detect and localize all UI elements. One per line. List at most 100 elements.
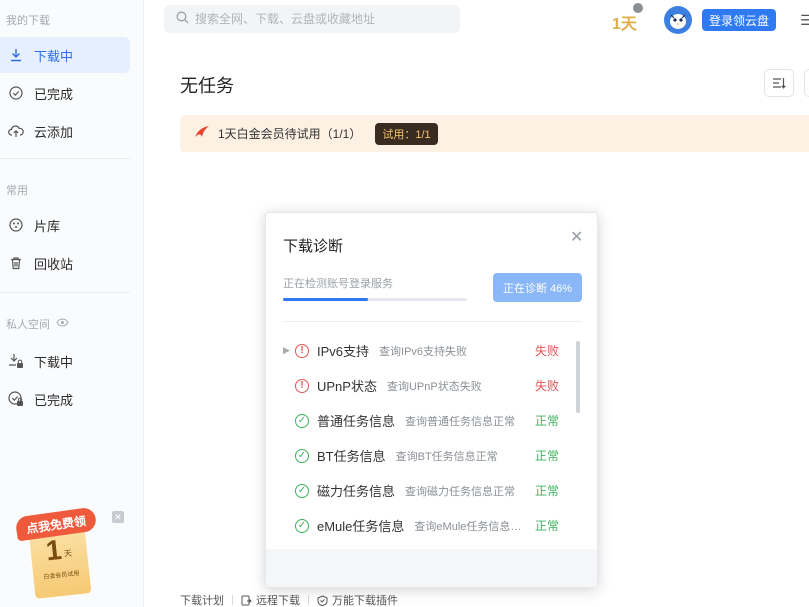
promo-unit: 天: [63, 548, 73, 559]
search-input[interactable]: [195, 12, 445, 26]
diagnosis-item-desc: 查询普通任务信息正常: [405, 415, 516, 428]
diagnosis-status-text: 正在检测账号登录服务: [283, 278, 393, 290]
section-label-my-downloads: 我的下载: [6, 15, 50, 27]
warning-circle-icon: !: [295, 378, 309, 393]
sidebar-item-film-library[interactable]: 片库: [0, 207, 130, 243]
trial-text: 1天白金会员待试用（1/1）: [218, 127, 362, 141]
trial-pill-button[interactable]: 试用：1/1: [375, 122, 438, 145]
remote-download-label: 远程下载: [256, 595, 300, 607]
sidebar-divider: [0, 158, 130, 159]
search-bar[interactable]: [164, 5, 460, 33]
sort-list-icon: [773, 78, 786, 89]
sidebar-item-downloading[interactable]: 下载中: [0, 37, 130, 73]
remote-download-icon: [241, 595, 252, 605]
sidebar-item-label: 云添加: [34, 124, 74, 140]
search-icon: [176, 11, 189, 27]
diagnosis-item-desc: 查询IPv6支持失败: [379, 345, 468, 358]
sidebar-item-label: 回收站: [34, 256, 74, 272]
section-label-private: 私人空间: [6, 316, 69, 332]
download-plugin-link[interactable]: 万能下载插件: [317, 592, 398, 607]
sidebar-item-label: 已完成: [34, 392, 74, 408]
expand-arrow-icon[interactable]: ▶: [283, 345, 295, 356]
diagnosis-item-state: 正常: [535, 414, 560, 428]
warning-circle-icon: !: [295, 343, 309, 358]
sidebar-item-label: 片库: [34, 218, 61, 234]
footer-separator: [308, 595, 309, 605]
close-icon[interactable]: ✕: [570, 227, 583, 247]
view-toggle-button[interactable]: [804, 69, 809, 97]
diagnosis-item-name: BT任务信息: [317, 449, 386, 464]
sidebar-item-label: 已完成: [34, 86, 74, 102]
diagnosis-item-desc: 查询BT任务信息正常: [395, 450, 498, 463]
vip-trial-promo[interactable]: 点我免费领 1 天 白金会员试用: [14, 506, 98, 600]
locked-download-icon: [8, 353, 24, 369]
check-circle-icon: ✓: [295, 448, 309, 463]
download-plugin-label: 万能下载插件: [332, 595, 398, 607]
diagnosis-item-desc: 查询UPnP状态失败: [386, 380, 482, 393]
footer-links: 下载计划 远程下载 万能下载插件: [180, 592, 398, 607]
check-circle-icon: ✓: [295, 483, 309, 498]
bird-avatar-icon: [670, 14, 686, 29]
sidebar: 我的下载 下载中 已完成 云添加 常用 片库 回收站 私人空间 下载中 已完成 …: [0, 0, 144, 607]
diagnosis-item-name: 磁力任务信息: [317, 484, 396, 499]
diagnosis-row: ✓ 磁力任务信息 查询磁力任务信息正常 正常: [283, 473, 573, 508]
locked-check-icon: [8, 391, 24, 407]
check-circle-icon: ✓: [295, 518, 309, 533]
diagnosis-row: ✓ BT任务信息 查询BT任务信息正常 正常: [283, 438, 573, 473]
sidebar-item-private-downloading[interactable]: 下载中: [0, 343, 130, 379]
download-plan-link[interactable]: 下载计划: [180, 592, 224, 607]
diagnosing-button[interactable]: 正在诊断 46%: [493, 273, 582, 302]
diagnosis-item-name: 普通任务信息: [317, 414, 396, 429]
sidebar-item-label: 下载中: [34, 48, 74, 64]
thunder-bird-icon: [194, 125, 210, 142]
vip-notification-dot: [633, 3, 643, 13]
diagnosis-item-name: IPv6支持: [317, 344, 370, 359]
dialog-title: 下载诊断: [283, 238, 344, 255]
menu-icon[interactable]: ☰: [800, 12, 809, 29]
cloud-upload-icon: [8, 123, 24, 139]
dialog-divider: [283, 321, 582, 322]
sidebar-item-recycle-bin[interactable]: 回收站: [0, 245, 130, 281]
dialog-footer: [266, 549, 597, 587]
page-title: 无任务: [180, 76, 234, 96]
sidebar-divider: [0, 292, 130, 293]
film-icon: [8, 217, 24, 233]
diagnosis-item-desc: 查询磁力任务信息正常: [405, 485, 516, 498]
check-circle-icon: ✓: [295, 413, 309, 428]
sidebar-item-cloud-add[interactable]: 云添加: [0, 113, 130, 149]
diagnosis-progress-bar: [283, 298, 467, 301]
diagnosis-item-state: 失败: [535, 379, 560, 393]
promo-number: 1: [44, 533, 64, 567]
diagnosis-item-state: 失败: [535, 344, 560, 358]
vip-trial-banner[interactable]: 1天白金会员待试用（1/1） 试用：1/1: [180, 115, 809, 152]
vip-days-icon[interactable]: 1天: [612, 10, 637, 34]
eye-icon[interactable]: [56, 318, 69, 330]
promo-caption: 白金会员试用: [43, 571, 80, 581]
section-label-common: 常用: [6, 185, 28, 197]
sidebar-item-label: 下载中: [34, 354, 74, 370]
trash-icon: [8, 255, 24, 271]
avatar[interactable]: [664, 6, 692, 34]
diagnosis-row: ✓ eMule任务信息 查询eMule任务信息正常 正常: [283, 508, 573, 543]
sort-button[interactable]: [764, 69, 794, 97]
private-space-label: 私人空间: [6, 319, 50, 331]
diagnosis-progress-fill: [283, 298, 368, 301]
scrollbar[interactable]: [576, 341, 580, 413]
plugin-shield-icon: [317, 594, 328, 606]
diagnosis-item-state: 正常: [535, 484, 560, 498]
diagnosis-item-state: 正常: [535, 519, 560, 533]
diagnosis-item-name: eMule任务信息: [317, 519, 405, 534]
login-button[interactable]: 登录领云盘: [702, 9, 776, 31]
diagnosis-item-desc: 查询eMule任务信息正常: [414, 520, 527, 533]
diagnosis-row: ✓ 普通任务信息 查询普通任务信息正常 正常: [283, 403, 573, 438]
diagnosis-row[interactable]: ▶! IPv6支持 查询IPv6支持失败 失败: [283, 333, 573, 368]
footer-separator: [232, 595, 233, 605]
remote-download-link[interactable]: 远程下载: [241, 592, 300, 607]
promo-close-icon[interactable]: ✕: [112, 511, 124, 523]
download-diagnosis-dialog: 下载诊断 ✕ 正在检测账号登录服务 正在诊断 46% ▶! IPv6支持 查询IPv…: [265, 212, 598, 588]
diagnosis-row: ! UPnP状态 查询UPnP状态失败 失败: [283, 368, 573, 403]
sidebar-item-private-completed[interactable]: 已完成: [0, 381, 130, 417]
diagnosis-item-name: UPnP状态: [317, 379, 377, 394]
check-circle-icon: [8, 85, 24, 101]
sidebar-item-completed[interactable]: 已完成: [0, 75, 130, 111]
